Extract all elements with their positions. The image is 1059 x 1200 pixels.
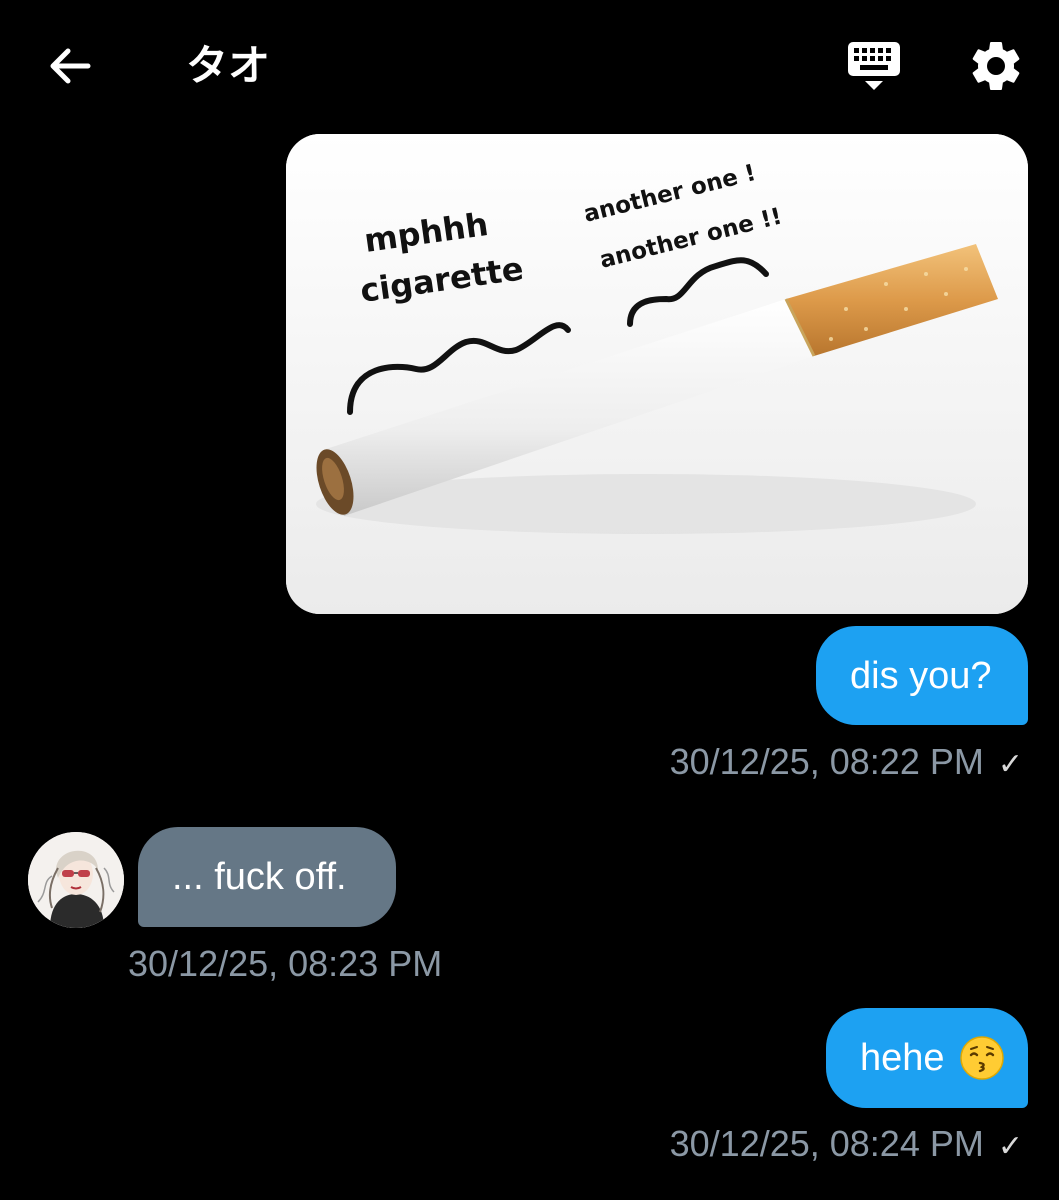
sent-check-icon: ✓ [997,748,1023,781]
chat-title: タオ [186,41,271,90]
back-button[interactable] [44,40,96,92]
outgoing-message-bubble[interactable]: dis you? [816,626,1028,725]
message-text: dis you? [850,654,992,697]
incoming-message-bubble[interactable]: ... fuck off. [138,827,396,927]
arrow-left-icon [50,48,91,84]
settings-button[interactable] [966,36,1026,96]
message-timestamp: 30/12/25, 08:24 PM ✓ [670,1122,1023,1169]
keyboard-button[interactable] [846,40,902,92]
avatar[interactable] [28,832,124,928]
timestamp-text: 30/12/25, 08:22 PM [669,741,984,782]
timestamp-text: 30/12/25, 08:23 PM [128,943,443,984]
avatar-portrait-icon [28,832,124,928]
kissing-face-icon [959,1035,1005,1081]
message-timestamp: 30/12/25, 08:23 PM [128,942,442,986]
outgoing-message-bubble[interactable]: hehe [826,1008,1028,1108]
gear-icon [972,41,1020,90]
message-image[interactable]: mphhh cigarette another one ! another on… [286,134,1028,614]
chat-header: タオ [0,0,1059,130]
message-text: hehe [860,1037,945,1079]
keyboard-icon [848,42,900,90]
sent-check-icon: ✓ [997,1130,1023,1163]
timestamp-text: 30/12/25, 08:24 PM [669,1123,984,1164]
cigarette-meme-image: mphhh cigarette another one ! another on… [286,134,1028,614]
message-timestamp: 30/12/25, 08:22 PM ✓ [670,740,1023,787]
message-text: ... fuck off. [172,856,347,898]
